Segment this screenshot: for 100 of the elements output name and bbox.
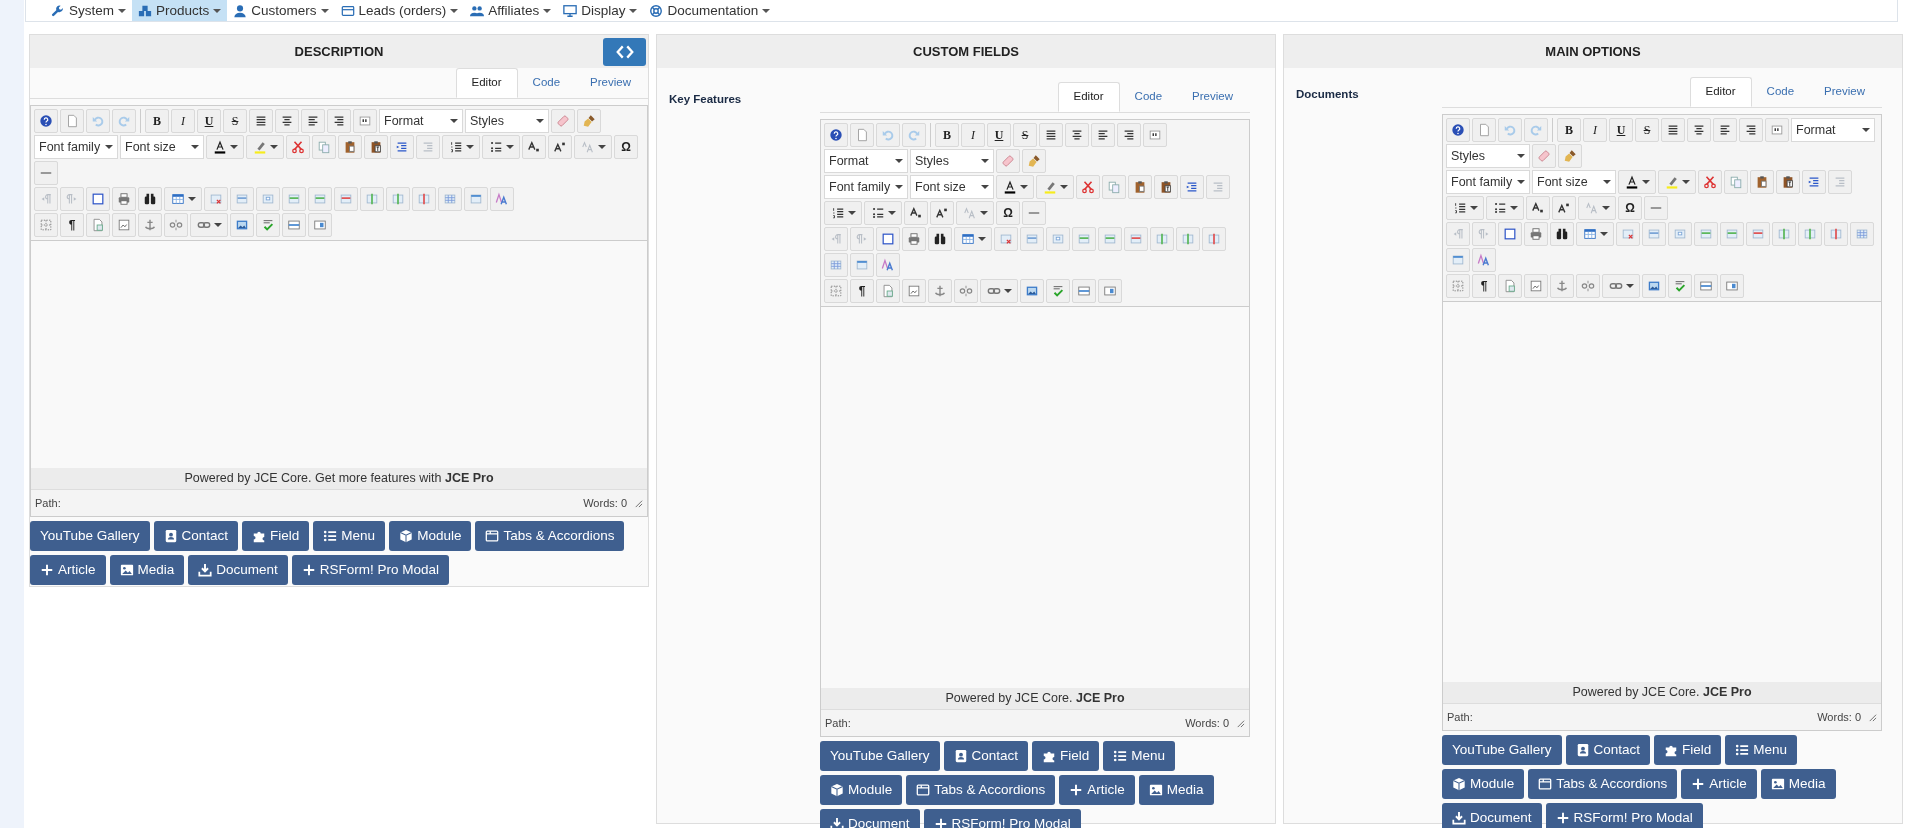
insert-button[interactable]: Tabs & Accordions bbox=[906, 775, 1056, 805]
insert-row-button[interactable] bbox=[308, 187, 332, 211]
styles-button[interactable] bbox=[876, 253, 900, 277]
font-size-dropdown[interactable]: Font size bbox=[120, 135, 204, 159]
editor-tab[interactable]: Code bbox=[1751, 77, 1810, 107]
font-family-dropdown[interactable]: Font family bbox=[34, 135, 118, 159]
insert-button[interactable]: Module bbox=[1442, 769, 1525, 799]
align-left-button[interactable] bbox=[1713, 118, 1737, 142]
editor-tab[interactable]: Editor bbox=[1057, 82, 1120, 112]
superscript-button[interactable] bbox=[930, 201, 954, 225]
align-right-button[interactable] bbox=[1117, 123, 1141, 147]
format-dropdown[interactable]: Format bbox=[824, 149, 908, 173]
insert-button[interactable]: Tabs & Accordions bbox=[1528, 769, 1678, 799]
superscript-button[interactable] bbox=[548, 135, 572, 159]
window-button[interactable] bbox=[464, 187, 488, 211]
italic-button[interactable]: I bbox=[171, 109, 195, 133]
delete-row-button[interactable] bbox=[1746, 222, 1770, 246]
table-button[interactable] bbox=[1576, 222, 1614, 246]
spellcheck-button[interactable] bbox=[256, 213, 280, 237]
bold-button[interactable]: B bbox=[145, 109, 169, 133]
insert-column-button[interactable] bbox=[360, 187, 384, 211]
insert-button[interactable]: Media bbox=[109, 555, 185, 585]
rule-box-button[interactable] bbox=[1072, 279, 1096, 303]
underline-button[interactable]: U bbox=[197, 109, 221, 133]
undo-button[interactable] bbox=[1498, 118, 1522, 142]
template-button[interactable] bbox=[86, 213, 110, 237]
numbered-list-button[interactable] bbox=[824, 201, 862, 225]
align-left-button[interactable] bbox=[1091, 123, 1115, 147]
anchor-button[interactable] bbox=[928, 279, 952, 303]
bullet-list-button[interactable] bbox=[482, 135, 520, 159]
brush-button[interactable] bbox=[577, 109, 601, 133]
insert-column-button[interactable] bbox=[386, 187, 410, 211]
image-frame-button[interactable] bbox=[1524, 274, 1548, 298]
insert-button[interactable]: Document bbox=[188, 555, 288, 585]
redo-button[interactable] bbox=[112, 109, 136, 133]
styles-dropdown[interactable]: Styles bbox=[1446, 144, 1530, 168]
link-button[interactable] bbox=[190, 213, 228, 237]
insert-button[interactable]: YouTube Gallery bbox=[30, 521, 150, 551]
paragraph-button[interactable]: ¶ bbox=[1472, 274, 1496, 298]
table-row-button[interactable] bbox=[1642, 222, 1666, 246]
numbered-list-button[interactable] bbox=[1446, 196, 1484, 220]
table-cell-button[interactable] bbox=[1046, 227, 1070, 251]
image-button[interactable] bbox=[1020, 279, 1044, 303]
insert-button[interactable]: Menu bbox=[1103, 741, 1176, 771]
editor-tab[interactable]: Editor bbox=[455, 68, 518, 98]
highlighter-button[interactable] bbox=[1036, 175, 1074, 199]
insert-button[interactable]: RSForm! Pro Modal bbox=[1545, 803, 1703, 828]
copy-button[interactable] bbox=[1724, 170, 1748, 194]
styles-button[interactable] bbox=[490, 187, 514, 211]
paragraph-button[interactable]: ¶ bbox=[850, 279, 874, 303]
brush-button[interactable] bbox=[1558, 144, 1582, 168]
indent-button[interactable] bbox=[1802, 170, 1826, 194]
bullet-list-button[interactable] bbox=[864, 201, 902, 225]
font-family-dropdown[interactable]: Font family bbox=[824, 175, 908, 199]
image-button[interactable] bbox=[230, 213, 254, 237]
editor-tab[interactable]: Preview bbox=[1809, 77, 1880, 107]
dashed-grid-button[interactable] bbox=[1446, 274, 1470, 298]
delete-row-button[interactable] bbox=[1124, 227, 1148, 251]
table-button[interactable] bbox=[954, 227, 992, 251]
nav-menu-item[interactable]: Affiliates bbox=[464, 0, 558, 21]
fullscreen-button[interactable] bbox=[1498, 222, 1522, 246]
redo-button[interactable] bbox=[1524, 118, 1548, 142]
bullet-list-button[interactable] bbox=[1486, 196, 1524, 220]
special-character-button[interactable]: Ω bbox=[1618, 196, 1642, 220]
dashed-grid-button[interactable] bbox=[34, 213, 58, 237]
table-row-button[interactable] bbox=[230, 187, 254, 211]
bold-button[interactable]: B bbox=[935, 123, 959, 147]
table-cell-button[interactable] bbox=[256, 187, 280, 211]
nav-menu-item[interactable]: Documentation bbox=[643, 0, 777, 21]
format-dropdown[interactable]: Format bbox=[1791, 118, 1875, 142]
table-grid-button[interactable] bbox=[824, 253, 848, 277]
insert-column-button[interactable] bbox=[1150, 227, 1174, 251]
subscript-button[interactable] bbox=[522, 135, 546, 159]
clipboard-button[interactable] bbox=[338, 135, 362, 159]
styles-dropdown[interactable]: Styles bbox=[910, 149, 994, 173]
unlink-button[interactable] bbox=[1576, 274, 1600, 298]
superscript-button[interactable] bbox=[1552, 196, 1576, 220]
spellcheck-button[interactable] bbox=[1668, 274, 1692, 298]
binoculars-button[interactable] bbox=[1550, 222, 1574, 246]
clipboard-text-button[interactable] bbox=[1776, 170, 1800, 194]
insert-button[interactable]: Module bbox=[389, 521, 472, 551]
align-left-button[interactable] bbox=[301, 109, 325, 133]
styles-dropdown[interactable]: Styles bbox=[465, 109, 549, 133]
insert-button[interactable]: Document bbox=[820, 809, 920, 828]
delete-column-button[interactable] bbox=[1824, 222, 1848, 246]
insert-button[interactable]: Media bbox=[1760, 769, 1836, 799]
strikethrough-button[interactable]: S bbox=[1635, 118, 1659, 142]
align-center-button[interactable] bbox=[1065, 123, 1089, 147]
clipboard-button[interactable] bbox=[1750, 170, 1774, 194]
insert-column-button[interactable] bbox=[1176, 227, 1200, 251]
fullscreen-button[interactable] bbox=[876, 227, 900, 251]
justify-button[interactable] bbox=[1661, 118, 1685, 142]
insert-row-button[interactable] bbox=[1098, 227, 1122, 251]
insert-row-button[interactable] bbox=[1720, 222, 1744, 246]
bold-button[interactable]: B bbox=[1557, 118, 1581, 142]
delete-table-button[interactable] bbox=[1616, 222, 1640, 246]
left-to-right-button[interactable] bbox=[34, 187, 58, 211]
text-color-button[interactable] bbox=[206, 135, 244, 159]
undo-button[interactable] bbox=[876, 123, 900, 147]
table-grid-button[interactable] bbox=[438, 187, 462, 211]
